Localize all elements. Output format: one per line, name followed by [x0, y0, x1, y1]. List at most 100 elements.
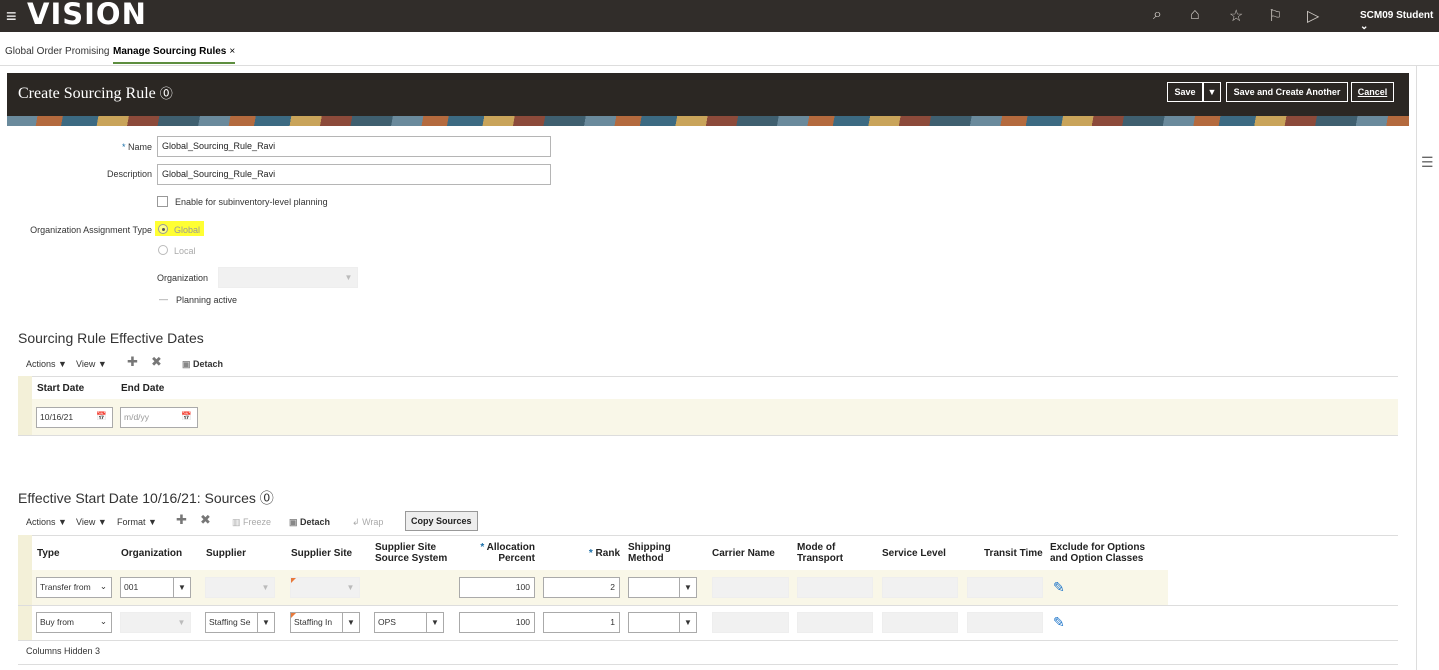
- actions-label: Actions: [26, 517, 56, 527]
- detach-icon: ▣: [182, 359, 191, 369]
- shipping-method-select[interactable]: ▼: [628, 577, 697, 598]
- page-header: Create Sourcing Rule ⓪ Save ▼ Save and C…: [7, 73, 1409, 126]
- view-menu[interactable]: View ▼: [76, 359, 107, 369]
- mode-field: [797, 612, 873, 633]
- col-source-system-line2: Source System: [375, 553, 448, 564]
- view-menu[interactable]: View ▼: [76, 517, 107, 527]
- col-exclude-line2: and Option Classes: [1050, 553, 1144, 564]
- sources-title: Effective Start Date 10/16/21: Sources ⓪: [18, 488, 274, 508]
- menu-icon[interactable]: ≡: [6, 6, 17, 27]
- columns-hidden: Columns Hidden 3: [26, 646, 101, 656]
- copy-sources-button[interactable]: Copy Sources: [405, 511, 478, 531]
- col-allocation-line2: Percent: [498, 553, 535, 564]
- favorites-star-icon[interactable]: ☆: [1229, 6, 1243, 26]
- supplier-select[interactable]: Staffing Se ▼: [205, 612, 275, 633]
- mode-field: [797, 577, 873, 598]
- name-label: * Name: [121, 142, 152, 152]
- wrap-icon: ↲: [352, 517, 360, 527]
- organization-select[interactable]: 001 ▼: [120, 577, 191, 598]
- search-icon[interactable]: ⌕: [1153, 6, 1162, 24]
- edit-icon[interactable]: ✎: [1053, 579, 1065, 596]
- col-source-system-line1: Supplier Site: [375, 542, 437, 553]
- supplier-site-select[interactable]: Staffing In ▼: [290, 612, 360, 633]
- format-label: Format: [117, 517, 146, 527]
- save-button[interactable]: Save: [1167, 82, 1203, 102]
- type-select[interactable]: Buy from ⌄: [36, 612, 112, 633]
- cancel-button[interactable]: Cancel: [1351, 82, 1394, 102]
- description-field[interactable]: Global_Sourcing_Rule_Ravi: [157, 164, 551, 185]
- organization-select[interactable]: ▼: [218, 267, 358, 288]
- detach-button[interactable]: ▣ Detach: [182, 359, 223, 370]
- wrap-button[interactable]: ↲ Wrap: [352, 517, 383, 528]
- top-bar: ≡ VISION ⌕ ⌂ ☆ ⚐ ▷ SCM09 Student ⌄: [0, 0, 1439, 32]
- col-organization: Organization: [121, 548, 183, 559]
- tab-global-order-promising[interactable]: Global Order Promising: [5, 46, 109, 57]
- col-service-level: Service Level: [882, 548, 946, 559]
- local-radio[interactable]: [158, 245, 168, 255]
- tab-manage-sourcing-rules[interactable]: Manage Sourcing Rules ×: [113, 46, 236, 64]
- type-select[interactable]: Transfer from ⌄: [36, 577, 112, 598]
- chevron-down-icon: ▼: [173, 578, 190, 597]
- help-icon[interactable]: ⓪: [260, 490, 274, 506]
- col-end-date: End Date: [121, 383, 165, 394]
- subinventory-checkbox[interactable]: [157, 196, 168, 207]
- user-menu[interactable]: SCM09 Student ⌄: [1360, 10, 1439, 32]
- home-icon[interactable]: ⌂: [1190, 6, 1200, 24]
- calendar-icon[interactable]: 📅: [181, 411, 192, 422]
- format-menu[interactable]: Format ▼: [117, 517, 157, 527]
- col-shipping-method: Shipping Method: [628, 542, 671, 564]
- name-field[interactable]: Global_Sourcing_Rule_Ravi: [157, 136, 551, 157]
- freeze-icon: ▥: [232, 517, 241, 527]
- calendar-icon[interactable]: 📅: [96, 411, 107, 422]
- col-exclude-line1: Exclude for Options: [1050, 542, 1146, 553]
- add-icon[interactable]: ✚: [127, 354, 138, 370]
- help-icon[interactable]: ⓪: [160, 86, 173, 101]
- carrier-field: [712, 577, 789, 598]
- save-menu-icon[interactable]: ▼: [1203, 82, 1221, 102]
- edit-icon[interactable]: ✎: [1053, 614, 1065, 631]
- description-label: Description: [106, 169, 152, 179]
- col-transit-time: Transit Time: [984, 548, 1043, 559]
- divider: [18, 605, 1398, 606]
- shipping-method-select[interactable]: ▼: [628, 612, 697, 633]
- start-date-value: 10/16/21: [40, 412, 74, 422]
- allocation-field[interactable]: 100: [459, 612, 535, 633]
- detach-button[interactable]: ▣ Detach: [289, 517, 330, 528]
- panel-toggle-icon[interactable]: ☰: [1421, 154, 1434, 171]
- delete-icon[interactable]: ✖: [200, 512, 211, 528]
- freeze-button[interactable]: ▥ Freeze: [232, 517, 271, 528]
- detach-label: Detach: [193, 359, 224, 369]
- start-date-field[interactable]: 10/16/21 📅: [36, 407, 113, 428]
- col-mode-of-transport: Mode of Transport: [797, 542, 843, 564]
- source-system-select[interactable]: OPS ▼: [374, 612, 444, 633]
- rank-field[interactable]: 1: [543, 612, 620, 633]
- chevron-down-icon: ▼: [426, 613, 443, 632]
- col-exclude-options: Exclude for Options and Option Classes: [1050, 542, 1145, 564]
- close-tab-icon[interactable]: ×: [229, 46, 235, 57]
- actions-menu[interactable]: Actions ▼: [26, 517, 67, 527]
- view-label: View: [76, 359, 96, 369]
- subinventory-label: Enable for subinventory-level planning: [175, 197, 328, 207]
- rank-field[interactable]: 2: [543, 577, 620, 598]
- global-radio[interactable]: [158, 224, 168, 234]
- end-date-field[interactable]: m/d/yy 📅: [120, 407, 198, 428]
- actions-menu[interactable]: Actions ▼: [26, 359, 67, 369]
- planning-active-label: Planning active: [176, 295, 238, 305]
- end-date-placeholder: m/d/yy: [124, 412, 150, 422]
- supplier-value: Staffing Se: [209, 617, 251, 627]
- delete-icon[interactable]: ✖: [151, 354, 162, 370]
- org-assignment-label: Organization Assignment Type: [30, 225, 152, 235]
- supplier-site-select: ▼: [290, 577, 360, 598]
- vision-logo[interactable]: VISION: [27, 0, 147, 31]
- col-mode-line1: Mode of: [797, 542, 836, 553]
- flag-indicator: [291, 578, 296, 583]
- col-rank: * Rank: [588, 548, 620, 559]
- notifications-icon[interactable]: ▷: [1307, 6, 1319, 26]
- save-and-create-another-button[interactable]: Save and Create Another: [1226, 82, 1348, 102]
- col-rank-label: Rank: [595, 548, 620, 559]
- add-icon[interactable]: ✚: [176, 512, 187, 528]
- watchlist-flag-icon[interactable]: ⚐: [1268, 6, 1282, 26]
- sources-title-text: Effective Start Date 10/16/21: Sources: [18, 490, 256, 506]
- allocation-field[interactable]: 100: [459, 577, 535, 598]
- col-type: Type: [37, 548, 60, 559]
